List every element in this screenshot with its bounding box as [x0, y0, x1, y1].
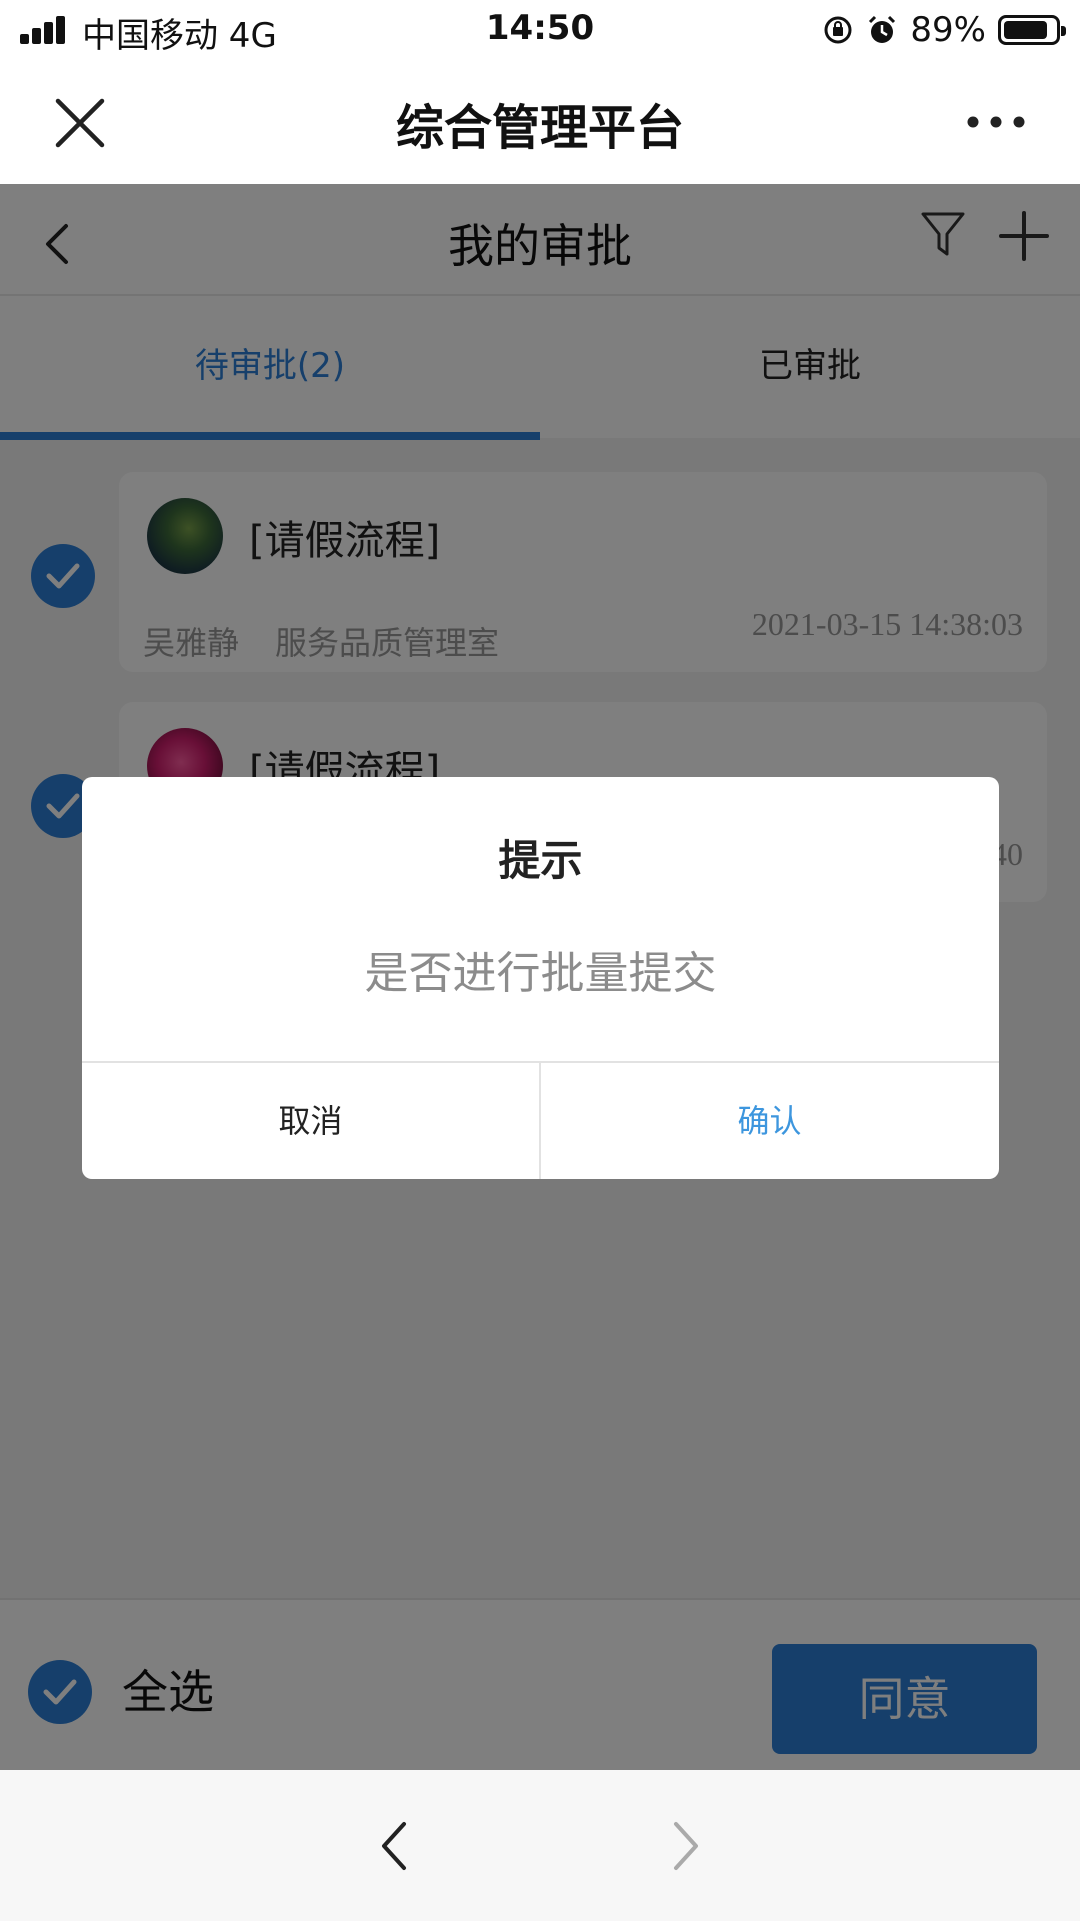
app-header: 综合管理平台: [0, 60, 1080, 184]
browser-forward-icon[interactable]: [666, 1818, 706, 1874]
more-icon[interactable]: [966, 115, 1026, 129]
cancel-button[interactable]: 取消: [82, 1063, 539, 1179]
confirm-button[interactable]: 确认: [541, 1063, 998, 1179]
battery-icon: [998, 15, 1066, 45]
alarm-icon: [869, 15, 896, 43]
status-bar: 中国移动 4G 14:50 89%: [0, 0, 1080, 60]
app-title: 综合管理平台: [395, 100, 684, 156]
confirm-dialog: 提示 是否进行批量提交 取消 确认: [82, 777, 999, 1179]
browser-back-icon[interactable]: [374, 1818, 414, 1874]
dialog-title: 提示: [498, 836, 583, 885]
rotation-lock-icon: [824, 16, 852, 44]
battery-percent: 89%: [910, 10, 986, 50]
dialog-message: 是否进行批量提交: [364, 948, 717, 999]
browser-nav-bar: [0, 1770, 1080, 1921]
